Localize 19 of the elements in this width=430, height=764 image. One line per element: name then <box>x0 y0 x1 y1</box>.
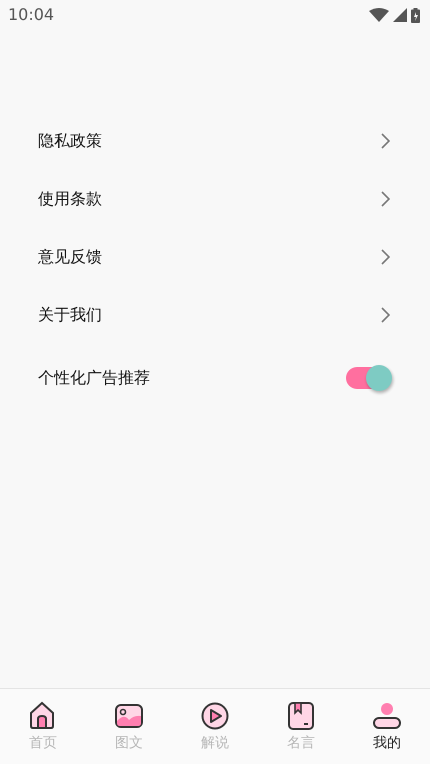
status-time: 10:04 <box>8 4 54 26</box>
menu-item-label[interactable]: 个性化广告推荐 <box>38 366 150 390</box>
chevron-right-icon <box>381 191 390 207</box>
menu-item-label[interactable]: 使用条款 <box>38 187 102 211</box>
menu-item-label[interactable]: 关于我们 <box>38 303 102 327</box>
person-icon <box>372 701 402 731</box>
nav-tab[interactable]: 我的 <box>344 689 430 764</box>
signal-icon <box>393 8 407 22</box>
toggle-switch[interactable] <box>346 367 390 389</box>
bookmark-icon <box>286 701 316 731</box>
menu-item-label[interactable]: 隐私政策 <box>38 129 102 153</box>
chevron-right-icon <box>381 307 390 323</box>
menu-item-label[interactable]: 意见反馈 <box>38 245 102 269</box>
play-icon <box>200 701 230 731</box>
battery-icon <box>411 8 420 22</box>
chevron-right-icon <box>381 249 390 265</box>
chevron-right-icon <box>381 133 390 149</box>
wifi-icon <box>369 8 389 22</box>
image-icon <box>114 701 144 731</box>
